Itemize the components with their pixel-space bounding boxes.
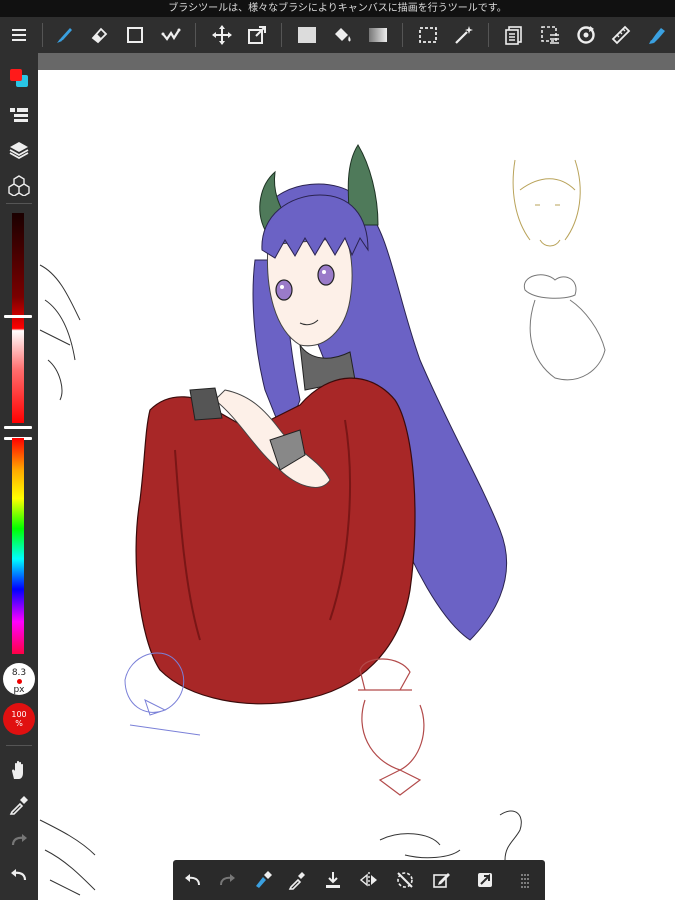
layers-button[interactable]: [0, 133, 38, 167]
magic-wand-tool-button[interactable]: [446, 17, 482, 53]
eraser-icon: [91, 27, 108, 44]
rotate-icon: [577, 26, 595, 44]
grip-handle[interactable]: [508, 860, 542, 900]
menu-button[interactable]: [0, 17, 38, 53]
brush-opacity-button[interactable]: 100 %: [3, 703, 35, 735]
move-icon: [212, 25, 232, 45]
layers-icon: [9, 142, 29, 160]
save-button[interactable]: [316, 860, 350, 900]
undo-icon: [185, 874, 200, 886]
brush-eraser-toggle-icon: [256, 871, 272, 888]
brightness-slider[interactable]: [12, 213, 24, 423]
bucket-icon: [335, 28, 351, 42]
ruler-button[interactable]: [603, 17, 639, 53]
cubes-icon: [8, 175, 30, 196]
redo-icon: [11, 834, 27, 846]
flip-button[interactable]: [352, 860, 386, 900]
brush-cursor-icon: [649, 28, 665, 44]
gradient-tool-button[interactable]: [360, 17, 396, 53]
menu-icon: [12, 29, 26, 41]
opacity-value: 100: [11, 710, 27, 719]
grip-icon: [521, 874, 529, 888]
eyedropper-icon: [9, 796, 28, 815]
layer-panel-button[interactable]: [0, 98, 38, 132]
rotate-button[interactable]: [568, 17, 604, 53]
brush-size-unit: px: [13, 685, 25, 695]
fill-color-icon: [298, 27, 316, 43]
select-pen-tool-button[interactable]: [153, 17, 189, 53]
fill-color-button[interactable]: [289, 17, 325, 53]
canvas-toggle-icon: [478, 873, 492, 887]
transform-tool-button[interactable]: [239, 17, 275, 53]
edit-icon: [433, 873, 450, 888]
select-rect-icon: [419, 27, 437, 43]
brush-size-dot: [16, 679, 22, 684]
canvas-toggle-button[interactable]: [468, 860, 502, 900]
hue-slider-handle-top[interactable]: [4, 426, 32, 429]
undo-button[interactable]: [176, 860, 210, 900]
status-bar-hint: ブラシツールは、様々なブラシによりキャンバスに描画を行うツールです。: [0, 0, 675, 17]
bucket-tool-button[interactable]: [324, 17, 360, 53]
opacity-unit: %: [15, 719, 23, 728]
canvas-header-bar: [38, 53, 675, 70]
color-swatch-button[interactable]: [0, 61, 38, 95]
undo-sidebar-button[interactable]: [0, 858, 38, 892]
layer-list-icon: [505, 26, 522, 45]
redo-sidebar-button[interactable]: [0, 823, 38, 857]
hue-slider[interactable]: [12, 438, 24, 654]
flip-icon: [359, 872, 377, 888]
select-rect-tool-button[interactable]: [410, 17, 446, 53]
select-layer-button[interactable]: [532, 17, 568, 53]
color-swatch-icon: [10, 69, 28, 87]
hand-tool-button[interactable]: [0, 753, 38, 787]
shape-icon: [127, 27, 143, 43]
materials-button[interactable]: [0, 168, 38, 202]
brush-size-button[interactable]: 8.3 px: [3, 663, 35, 695]
shape-tool-button[interactable]: [117, 17, 153, 53]
save-icon: [326, 872, 340, 888]
left-sidebar: 8.3 px 100 %: [0, 53, 38, 900]
gradient-icon: [369, 28, 387, 42]
eraser-tool-button[interactable]: [81, 17, 117, 53]
undo-icon: [11, 869, 27, 881]
brush-eraser-toggle-button[interactable]: [246, 860, 280, 900]
brush-cursor-button[interactable]: [639, 17, 675, 53]
eyedropper-sidebar-button[interactable]: [0, 788, 38, 822]
snap-off-button[interactable]: [388, 860, 422, 900]
brush-icon: [57, 28, 72, 43]
snap-off-icon: [397, 872, 413, 888]
magic-wand-icon: [455, 26, 473, 44]
move-tool-button[interactable]: [204, 17, 240, 53]
ruler-icon: [611, 25, 631, 45]
brush-size-value: 8.3: [11, 668, 27, 678]
layer-list-button[interactable]: [496, 17, 532, 53]
bottom-toolbar: [173, 860, 545, 900]
hand-icon: [12, 760, 23, 779]
redo-button[interactable]: [210, 860, 244, 900]
brightness-slider-handle[interactable]: [4, 315, 32, 318]
select-pen-icon: [161, 28, 181, 41]
top-toolbar: [0, 17, 675, 67]
edit-button[interactable]: [424, 860, 458, 900]
eyedropper-icon: [288, 872, 305, 890]
layer-panel-icon: [10, 108, 28, 122]
app-window: ブラシツールは、様々なブラシによりキャンバスに描画を行うツールです。 8.3 p…: [0, 0, 675, 900]
eyedropper-button[interactable]: [280, 860, 314, 900]
artwork: [39, 144, 606, 896]
select-layer-icon: [541, 26, 559, 44]
primary-color-swatch: [10, 69, 22, 81]
drawing-canvas[interactable]: [38, 70, 675, 900]
redo-icon: [220, 874, 235, 886]
transform-icon: [248, 26, 266, 44]
brush-tool-button[interactable]: [47, 17, 83, 53]
